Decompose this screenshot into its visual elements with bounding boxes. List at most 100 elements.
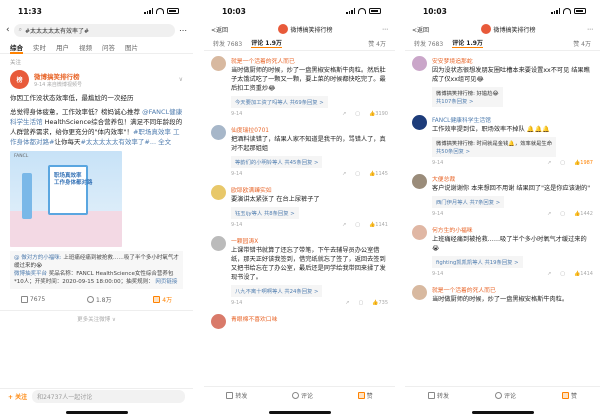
comment-icon[interactable]: ▢: [355, 171, 360, 177]
topic-link-2[interactable]: #太太太太太有效率了#: [80, 138, 149, 146]
comment-author[interactable]: 大便总裁: [432, 174, 593, 183]
tab-comments[interactable]: 评论 1.9万: [452, 38, 483, 48]
wifi-icon: [563, 8, 571, 14]
like-button[interactable]: 赞: [357, 391, 373, 400]
repost-button[interactable]: 转发: [427, 391, 449, 400]
comment-button[interactable]: 评论: [291, 391, 313, 400]
avatar[interactable]: [412, 225, 427, 240]
comment-date: 9-14: [231, 222, 243, 228]
like-button[interactable]: 👍1414: [574, 271, 593, 277]
avatar[interactable]: [412, 56, 427, 71]
reply-thread-link[interactable]: 微博搞笑排行榜: 时间就是金钱🔔，效率就是生命 共50条回复 >: [432, 137, 557, 157]
repost-button[interactable]: 转发: [226, 391, 247, 400]
comment-date: 9-14: [231, 300, 243, 306]
thumbs-up-icon: [561, 392, 569, 399]
like-button[interactable]: 4万: [153, 295, 172, 304]
reply-thread-link[interactable]: fighting凯凯凯等人 共19条回复 >: [432, 256, 523, 268]
post-meta: 9-14 来自微博视频号: [34, 82, 82, 88]
comment-icon[interactable]: ▢: [560, 160, 565, 166]
search-icon: ⌕: [18, 26, 22, 33]
avatar[interactable]: [211, 236, 226, 251]
like-button[interactable]: 赞: [561, 391, 577, 400]
comment-icon[interactable]: ▢: [560, 271, 565, 277]
avatar[interactable]: 榜: [10, 70, 29, 89]
like-button[interactable]: 👍3190: [369, 111, 388, 117]
chevron-down-icon[interactable]: ∨: [179, 76, 183, 83]
tab-comprehensive[interactable]: 综合: [10, 42, 23, 54]
share-icon[interactable]: ↗: [342, 111, 346, 117]
reply-thread-link[interactable]: 钰玉ijy等人 共8条回复 >: [231, 207, 299, 219]
comment-author[interactable]: 青眼棉不喜欢口味: [231, 314, 388, 323]
tab-images[interactable]: 图片: [125, 42, 138, 53]
avatar: [277, 24, 288, 34]
comment-author[interactable]: 安安梦境追那蛇: [432, 56, 593, 65]
comment-author[interactable]: 就是一个活着的死人而已: [231, 56, 388, 65]
comment-author[interactable]: 一颗园涛X: [231, 236, 388, 245]
avatar[interactable]: [211, 314, 226, 329]
repost-icon: [20, 296, 28, 303]
share-icon[interactable]: ↗: [547, 211, 551, 217]
comment-author[interactable]: FANCL健康科学生活馆: [432, 115, 593, 124]
reply-thread-link[interactable]: 西门伊月等人 共7条回复 >: [432, 196, 505, 208]
like-button[interactable]: 👍1987: [574, 160, 593, 166]
tab-repost[interactable]: 转发 7683: [414, 39, 443, 48]
tab-likes[interactable]: 赞 4万: [368, 39, 386, 48]
comment-button[interactable]: 1.8万: [86, 295, 112, 304]
share-icon[interactable]: ↗: [342, 171, 346, 177]
share-icon[interactable]: ↗: [345, 300, 349, 306]
more-options-icon[interactable]: ⋯: [587, 26, 593, 33]
post-image[interactable]: FANCL 职场真效率 工作身体都对路: [10, 151, 122, 247]
share-icon[interactable]: ↗: [547, 271, 551, 277]
like-button[interactable]: 👍735: [372, 300, 388, 306]
comment-icon[interactable]: ▢: [355, 111, 360, 117]
comment-tabs: 转发 7683 评论 1.9万 赞 4万: [204, 36, 395, 51]
reply-thread-link[interactable]: 等韵们的小明铃等人 共45条回复 >: [231, 156, 323, 168]
like-button[interactable]: 👍1442: [574, 211, 593, 217]
back-button[interactable]: <返回: [412, 25, 429, 34]
more-options-icon[interactable]: ⋯: [382, 26, 388, 33]
comment-text: 当时做厨师的时候，炒了一盘黑椒安格斯牛肉粒。: [432, 296, 569, 303]
like-button[interactable]: 👍1145: [369, 171, 388, 177]
comment-icon[interactable]: ▢: [560, 211, 565, 217]
like-button[interactable]: 👍1141: [369, 222, 388, 228]
comment-author[interactable]: 何方生的小福咪: [432, 225, 593, 234]
follow-button[interactable]: + 关注: [8, 392, 27, 401]
share-icon[interactable]: ↗: [547, 160, 551, 166]
avatar[interactable]: [412, 285, 427, 300]
search-input[interactable]: ⌕ #太太太太太有效率了#: [13, 23, 175, 37]
discussion-input[interactable]: 和24737人一起讨论: [32, 390, 185, 403]
avatar[interactable]: [211, 125, 226, 140]
comment-icon[interactable]: ▢: [355, 222, 360, 228]
back-arrow-icon[interactable]: ‹: [6, 25, 10, 35]
avatar[interactable]: [412, 115, 427, 130]
comment-text: 上班痛经痛到被抢救……吸了半个多小时氧气才缓过来的😭: [432, 236, 587, 252]
more-results-link[interactable]: 更多关注微博 ∨: [0, 311, 193, 327]
tab-likes[interactable]: 赞 4万: [573, 39, 591, 48]
avatar[interactable]: [211, 56, 226, 71]
full-text-link[interactable]: ... 全文: [150, 138, 171, 146]
avatar[interactable]: [211, 185, 226, 200]
tab-video[interactable]: 视频: [79, 42, 92, 53]
tab-qa[interactable]: 问答: [102, 42, 115, 53]
avatar[interactable]: [412, 174, 427, 189]
share-icon[interactable]: ↗: [342, 222, 346, 228]
repost-button[interactable]: 7675: [20, 295, 45, 304]
back-button[interactable]: <返回: [211, 25, 228, 34]
more-options-icon[interactable]: ⋯: [179, 26, 187, 35]
embedded-repost[interactable]: @ 做对方的小福咪: 上班痛经痛到被抢救……吸了半个多小时氧气才缓过来的😭 微博…: [10, 251, 183, 289]
reply-thread-link[interactable]: 八九不离十啊啊等人 共24条回复 >: [231, 285, 323, 297]
comment-icon[interactable]: ▢: [358, 300, 363, 306]
comment-author[interactable]: 就是一个活着的死人而已: [432, 285, 593, 294]
comment-author[interactable]: 仙度瑞拉0701: [231, 125, 388, 134]
reply-thread-link[interactable]: 今天要加工资了吗等人 共69条回复 >: [231, 96, 328, 108]
search-tabs: 综合 实时 用户 视频 问答 图片: [0, 38, 193, 54]
comment-button[interactable]: 评论: [494, 391, 516, 400]
post-author[interactable]: 微博搞笑排行榜: [34, 71, 82, 81]
comment-author[interactable]: 欧耶欧满臻实如: [231, 185, 388, 194]
tab-users[interactable]: 用户: [56, 42, 69, 53]
reply-thread-link[interactable]: 微博搞笑排行榜: 好尴尬😂 共107条回复 >: [432, 87, 503, 107]
tab-realtime[interactable]: 实时: [33, 42, 46, 53]
tab-repost[interactable]: 转发 7683: [213, 39, 242, 48]
tab-comments[interactable]: 评论 1.9万: [251, 38, 282, 48]
comment-item: 安安梦境追那蛇 因为没状态很想发朋友圈吐槽本来要设置xx不可见 结果瞧成了仅xx…: [405, 51, 600, 110]
